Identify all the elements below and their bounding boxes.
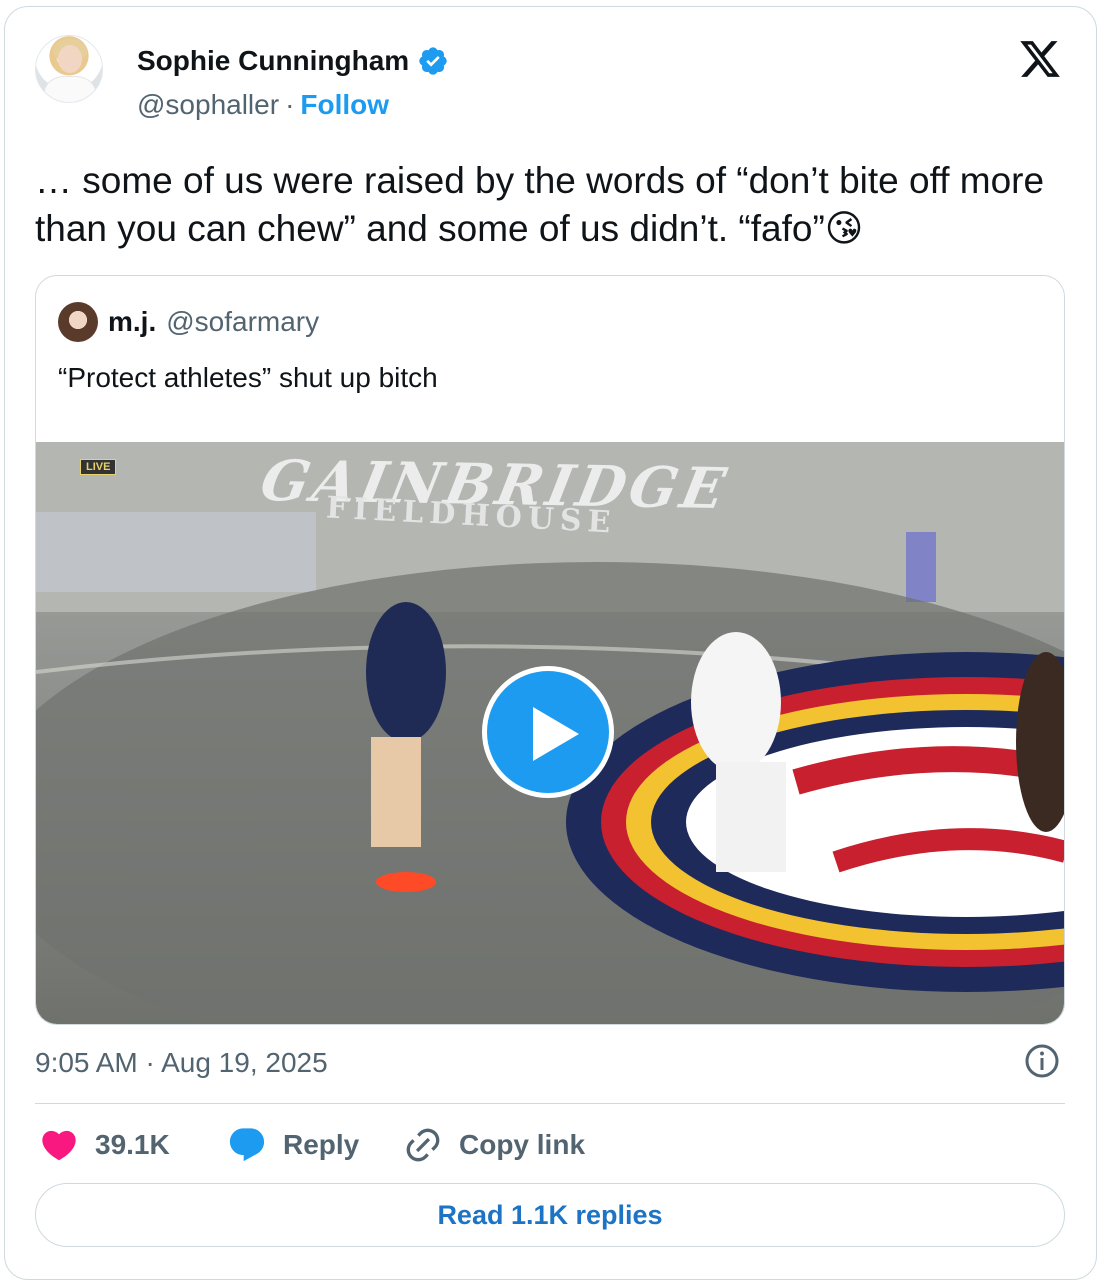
heart-icon — [42, 1130, 76, 1161]
quoted-author-handle[interactable]: @sofarmary — [166, 306, 319, 338]
tweet-card: Sophie Cunningham @sophaller · Follow … … — [4, 6, 1097, 1280]
reply-bubble-icon — [229, 1128, 265, 1162]
tweet-timestamp[interactable]: 9:05 AM · Aug 19, 2025 — [35, 1047, 328, 1079]
read-replies-button[interactable]: Read 1.1K replies — [35, 1183, 1065, 1247]
reply-label: Reply — [283, 1129, 360, 1160]
copy-link-label: Copy link — [459, 1129, 586, 1160]
author-name-row: Sophie Cunningham — [137, 45, 449, 77]
follow-button[interactable]: Follow — [300, 89, 389, 121]
x-logo-icon[interactable] — [1018, 37, 1062, 81]
quoted-tweet[interactable]: m.j. @sofarmary “Protect athletes” shut … — [35, 275, 1065, 1025]
author-handle-row: @sophaller · Follow — [137, 89, 389, 121]
author-handle[interactable]: @sophaller — [137, 89, 279, 121]
link-icon — [406, 1128, 440, 1162]
quoted-author-row: m.j. @sofarmary — [108, 306, 319, 338]
live-badge: LIVE — [80, 459, 117, 475]
play-icon — [533, 707, 579, 761]
info-icon[interactable] — [1024, 1043, 1060, 1079]
quoted-author-avatar[interactable] — [58, 302, 98, 342]
author-name[interactable]: Sophie Cunningham — [137, 45, 409, 77]
play-button[interactable] — [482, 666, 614, 798]
quoted-author-name[interactable]: m.j. — [108, 306, 156, 338]
reply-button[interactable]: Reply — [227, 1125, 359, 1165]
author-avatar[interactable] — [35, 35, 103, 103]
divider — [35, 1103, 1065, 1104]
verified-badge-icon — [419, 47, 447, 75]
like-button[interactable]: 39.1K — [39, 1125, 170, 1165]
like-count: 39.1K — [95, 1129, 170, 1160]
video-thumbnail[interactable]: LIVE GAINBRIDGE FIELDHOUSE — [36, 442, 1064, 1024]
quoted-tweet-text: “Protect athletes” shut up bitch — [58, 362, 438, 393]
copy-link-button[interactable]: Copy link — [403, 1125, 585, 1165]
tweet-text: … some of us were raised by the words of… — [35, 160, 1045, 249]
handle-separator: · — [285, 89, 295, 120]
